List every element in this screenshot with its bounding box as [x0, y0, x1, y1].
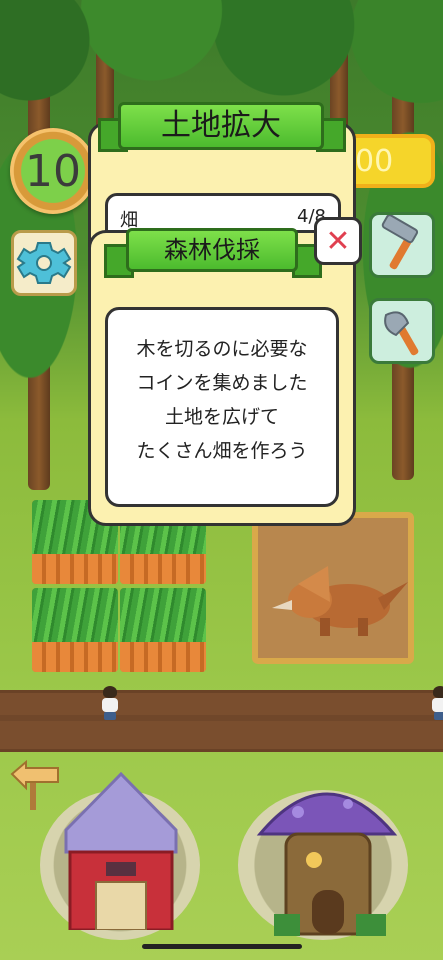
- hammer-icon: [381, 215, 419, 270]
- chop-button[interactable]: [369, 298, 435, 364]
- villager-character[interactable]: [100, 686, 120, 720]
- message-box: 木を切るのに必要な コインを集めました 土地を広げて たくさん畑を作ろう: [105, 307, 339, 507]
- triceratops-icon: [272, 566, 408, 636]
- farm-plot[interactable]: [32, 588, 118, 672]
- deforestation-title: 森林伐採: [164, 236, 260, 264]
- barn-building[interactable]: [56, 770, 186, 930]
- villager-character[interactable]: [430, 686, 443, 720]
- coin-counter[interactable]: 00: [345, 134, 435, 188]
- level-value: 10: [25, 146, 81, 197]
- land-expansion-title: 土地拡大: [161, 108, 281, 143]
- close-button[interactable]: ✕: [314, 217, 362, 265]
- message-line: たくさん畑を作ろう: [136, 440, 308, 462]
- level-badge: 10: [10, 128, 96, 214]
- deforestation-title-ribbon: 森林伐採: [126, 228, 298, 272]
- land-expansion-title-ribbon: 土地拡大: [118, 102, 324, 150]
- message-line: 土地を広げて: [164, 406, 279, 428]
- build-button[interactable]: [369, 212, 435, 278]
- axe-icon: [384, 311, 419, 356]
- dirt-path: [0, 690, 443, 752]
- gear-icon: [16, 242, 72, 284]
- coin-value: 00: [355, 144, 394, 179]
- settings-button[interactable]: [11, 230, 77, 296]
- message-line: コインを集めました: [136, 372, 308, 394]
- dinosaur-pen[interactable]: [252, 512, 414, 664]
- message-line: 木を切るのに必要な: [136, 338, 308, 360]
- mushroom-house-building[interactable]: [252, 764, 402, 944]
- home-indicator[interactable]: [142, 944, 302, 949]
- farm-plot[interactable]: [120, 588, 206, 672]
- close-icon: ✕: [325, 224, 351, 259]
